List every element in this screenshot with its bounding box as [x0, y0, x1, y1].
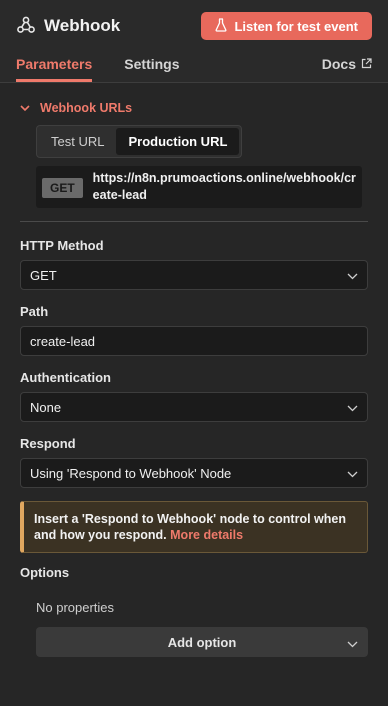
- webhook-url[interactable]: https://n8n.prumoactions.online/webhook/…: [93, 170, 356, 204]
- respond-value: Using 'Respond to Webhook' Node: [30, 465, 232, 481]
- chevron-down-icon: [347, 636, 358, 651]
- chevron-down-icon: [347, 466, 358, 481]
- no-properties-text: No properties: [36, 600, 115, 615]
- add-option-button[interactable]: Add option: [36, 627, 368, 657]
- docs-link[interactable]: Docs: [322, 56, 372, 72]
- node-title-group: Webhook: [16, 15, 120, 38]
- tab-parameters[interactable]: Parameters: [16, 52, 93, 82]
- method-badge: GET: [42, 178, 83, 198]
- listen-test-event-button[interactable]: Listen for test event: [201, 12, 372, 40]
- http-method-select[interactable]: GET: [20, 260, 368, 290]
- more-details-link[interactable]: More details: [170, 528, 243, 542]
- listen-button-label: Listen for test event: [234, 18, 358, 34]
- tab-test-url[interactable]: Test URL: [39, 128, 116, 155]
- chevron-down-icon: [20, 101, 30, 115]
- authentication-value: None: [30, 399, 62, 415]
- respond-label: Respond: [20, 436, 76, 451]
- authentication-label: Authentication: [20, 370, 111, 385]
- node-tabs: Parameters Settings Docs: [0, 52, 388, 83]
- tab-settings[interactable]: Settings: [124, 52, 179, 77]
- chevron-down-icon: [347, 268, 358, 283]
- node-header: Webhook Listen for test event: [0, 0, 388, 52]
- respond-notice: Insert a 'Respond to Webhook' node to co…: [20, 501, 368, 553]
- webhook-url-display[interactable]: GET https://n8n.prumoactions.online/webh…: [36, 166, 362, 208]
- webhook-icon: [16, 15, 36, 38]
- url-type-switch: Test URL Production URL: [36, 125, 243, 158]
- path-value: create-lead: [30, 333, 96, 349]
- chevron-down-icon: [347, 400, 358, 415]
- path-label: Path: [20, 304, 49, 319]
- webhook-urls-toggle[interactable]: Webhook URLs: [20, 83, 368, 119]
- section-divider: [20, 221, 368, 222]
- path-input[interactable]: create-lead: [20, 326, 368, 356]
- docs-label: Docs: [321, 56, 356, 72]
- webhook-urls-title: Webhook URLs: [40, 101, 133, 115]
- http-method-label: HTTP Method: [20, 238, 104, 253]
- tab-production-url[interactable]: Production URL: [116, 128, 240, 155]
- add-option-label: Add option: [167, 634, 237, 650]
- authentication-select[interactable]: None: [20, 392, 368, 422]
- respond-select[interactable]: Using 'Respond to Webhook' Node: [20, 458, 368, 488]
- flask-icon: [215, 17, 227, 35]
- parameters-panel: Webhook URLs Test URL Production URL GET…: [0, 83, 388, 706]
- node-title: Webhook: [44, 16, 121, 35]
- http-method-value: GET: [30, 267, 57, 283]
- options-label: Options: [20, 565, 70, 580]
- external-link-icon: [361, 56, 372, 72]
